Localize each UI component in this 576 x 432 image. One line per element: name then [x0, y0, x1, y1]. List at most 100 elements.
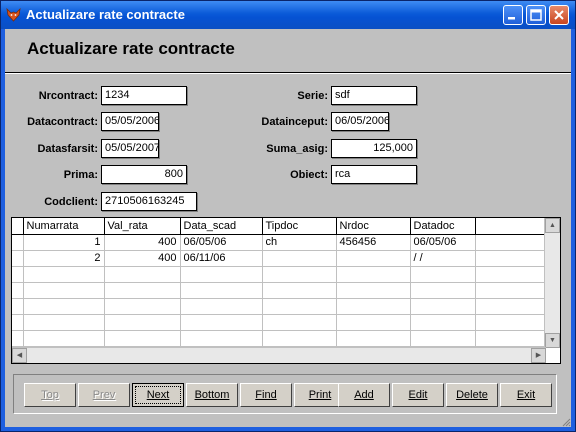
- maximize-icon: [530, 9, 542, 21]
- cell-numarrata[interactable]: 1: [23, 234, 105, 251]
- datacontract-label: Datacontract:: [27, 116, 98, 128]
- empty-cell: [336, 282, 411, 299]
- row-indicator[interactable]: [12, 234, 24, 251]
- cell-datadoc[interactable]: / /: [410, 250, 476, 267]
- table-row[interactable]: 2 400 06/11/06 / /: [12, 250, 546, 267]
- column-header-numarrata[interactable]: Numarrata: [23, 218, 105, 235]
- empty-cell: [104, 298, 181, 315]
- empty-cell: [410, 266, 476, 283]
- row-indicator: [12, 314, 24, 331]
- fox-app-icon: [6, 7, 21, 22]
- empty-cell: [104, 314, 181, 331]
- datainceput-label: Datainceput:: [261, 116, 328, 128]
- minimize-button[interactable]: [503, 5, 523, 25]
- scroll-down-arrow-icon[interactable]: ▼: [545, 333, 560, 348]
- exit-button[interactable]: Exit: [500, 383, 552, 407]
- empty-cell: [262, 298, 337, 315]
- cell-datadoc[interactable]: 06/05/06: [410, 234, 476, 251]
- empty-cell: [23, 298, 105, 315]
- empty-cell: [180, 282, 263, 299]
- cell-numarrata[interactable]: 2: [23, 250, 105, 267]
- empty-cell: [475, 330, 546, 347]
- empty-cell: [23, 330, 105, 347]
- column-header-datadoc[interactable]: Datadoc: [410, 218, 476, 235]
- grid-vertical-scrollbar[interactable]: ▲ ▼: [544, 218, 560, 348]
- nrcontract-field[interactable]: 1234: [101, 86, 187, 105]
- prima-label: Prima:: [63, 169, 98, 181]
- add-button[interactable]: Add: [338, 383, 390, 407]
- prima-field[interactable]: 800: [101, 165, 187, 184]
- empty-cell: [262, 266, 337, 283]
- delete-button[interactable]: Delete: [446, 383, 498, 407]
- obiect-field[interactable]: rca: [331, 165, 417, 184]
- cell-tipdoc[interactable]: [262, 250, 337, 267]
- column-header-val-rata[interactable]: Val_rata: [104, 218, 181, 235]
- empty-cell: [180, 266, 263, 283]
- datainceput-field[interactable]: 06/05/2006: [331, 112, 389, 131]
- prev-button[interactable]: Prev: [78, 383, 130, 407]
- empty-cell: [262, 330, 337, 347]
- table-row[interactable]: 1 400 06/05/06 ch 456456 06/05/06: [12, 234, 546, 251]
- top-button[interactable]: Top: [24, 383, 76, 407]
- app-window: Actualizare rate contracte Actualizare r…: [0, 0, 576, 432]
- column-header-data-scad[interactable]: Data_scad: [180, 218, 263, 235]
- row-indicator[interactable]: [12, 250, 24, 267]
- grid-horizontal-scrollbar[interactable]: ◀ ▶: [12, 347, 546, 363]
- cell-nrdoc[interactable]: [336, 250, 411, 267]
- scroll-up-arrow-icon[interactable]: ▲: [545, 218, 560, 233]
- empty-cell: [180, 314, 263, 331]
- cell-data-scad[interactable]: 06/11/06: [180, 250, 263, 267]
- column-header-nrdoc[interactable]: Nrdoc: [336, 218, 411, 235]
- codclient-field[interactable]: 2710506163245: [101, 192, 197, 211]
- scroll-right-arrow-icon[interactable]: ▶: [531, 348, 546, 363]
- maximize-button[interactable]: [526, 5, 546, 25]
- empty-cell: [104, 330, 181, 347]
- serie-field[interactable]: sdf: [331, 86, 417, 105]
- bottom-button[interactable]: Bottom: [186, 383, 238, 407]
- row-indicator: [12, 282, 24, 299]
- cell-val-rata[interactable]: 400: [104, 250, 181, 267]
- table-row: [12, 298, 546, 315]
- empty-cell: [475, 298, 546, 315]
- form-title: Actualizare rate contracte: [27, 39, 235, 58]
- empty-cell: [475, 282, 546, 299]
- row-indicator-header: [12, 218, 24, 235]
- empty-cell: [475, 314, 546, 331]
- navigation-button-bar: Top Prev Next Bottom Find Print Add Edit…: [13, 374, 557, 414]
- cell-blank: [475, 234, 546, 251]
- title-bar[interactable]: Actualizare rate contracte: [1, 1, 575, 29]
- datasfarsit-field[interactable]: 05/05/2007: [101, 139, 159, 158]
- empty-cell: [336, 330, 411, 347]
- close-button[interactable]: [549, 5, 569, 25]
- column-header-blank: [475, 218, 546, 235]
- next-button[interactable]: Next: [132, 383, 184, 407]
- scroll-left-arrow-icon[interactable]: ◀: [12, 348, 27, 363]
- empty-cell: [180, 330, 263, 347]
- column-header-tipdoc[interactable]: Tipdoc: [262, 218, 337, 235]
- suma-asig-field[interactable]: 125,000: [331, 139, 417, 158]
- empty-cell: [336, 298, 411, 315]
- edit-button[interactable]: Edit: [392, 383, 444, 407]
- cell-blank: [475, 250, 546, 267]
- empty-cell: [23, 266, 105, 283]
- obiect-label: Obiect:: [290, 169, 328, 181]
- cell-nrdoc[interactable]: 456456: [336, 234, 411, 251]
- table-row: [12, 282, 546, 299]
- empty-cell: [475, 266, 546, 283]
- nrcontract-label: Nrcontract:: [38, 90, 98, 102]
- find-button[interactable]: Find: [240, 383, 292, 407]
- rates-table: Numarrata Val_rata Data_scad Tipdoc Nrdo…: [12, 218, 546, 347]
- row-indicator: [12, 266, 24, 283]
- empty-cell: [262, 282, 337, 299]
- minimize-icon: [508, 17, 515, 20]
- form-client-area: Actualizare rate contracte Nrcontract: 1…: [5, 29, 571, 427]
- cell-data-scad[interactable]: 06/05/06: [180, 234, 263, 251]
- empty-cell: [104, 266, 181, 283]
- datacontract-field[interactable]: 05/05/2006: [101, 112, 159, 131]
- cell-val-rata[interactable]: 400: [104, 234, 181, 251]
- table-row: [12, 330, 546, 347]
- cell-tipdoc[interactable]: ch: [262, 234, 337, 251]
- resize-grip-icon[interactable]: [561, 417, 571, 427]
- rates-grid[interactable]: Numarrata Val_rata Data_scad Tipdoc Nrdo…: [11, 217, 561, 364]
- suma-asig-label: Suma_asig:: [266, 143, 328, 155]
